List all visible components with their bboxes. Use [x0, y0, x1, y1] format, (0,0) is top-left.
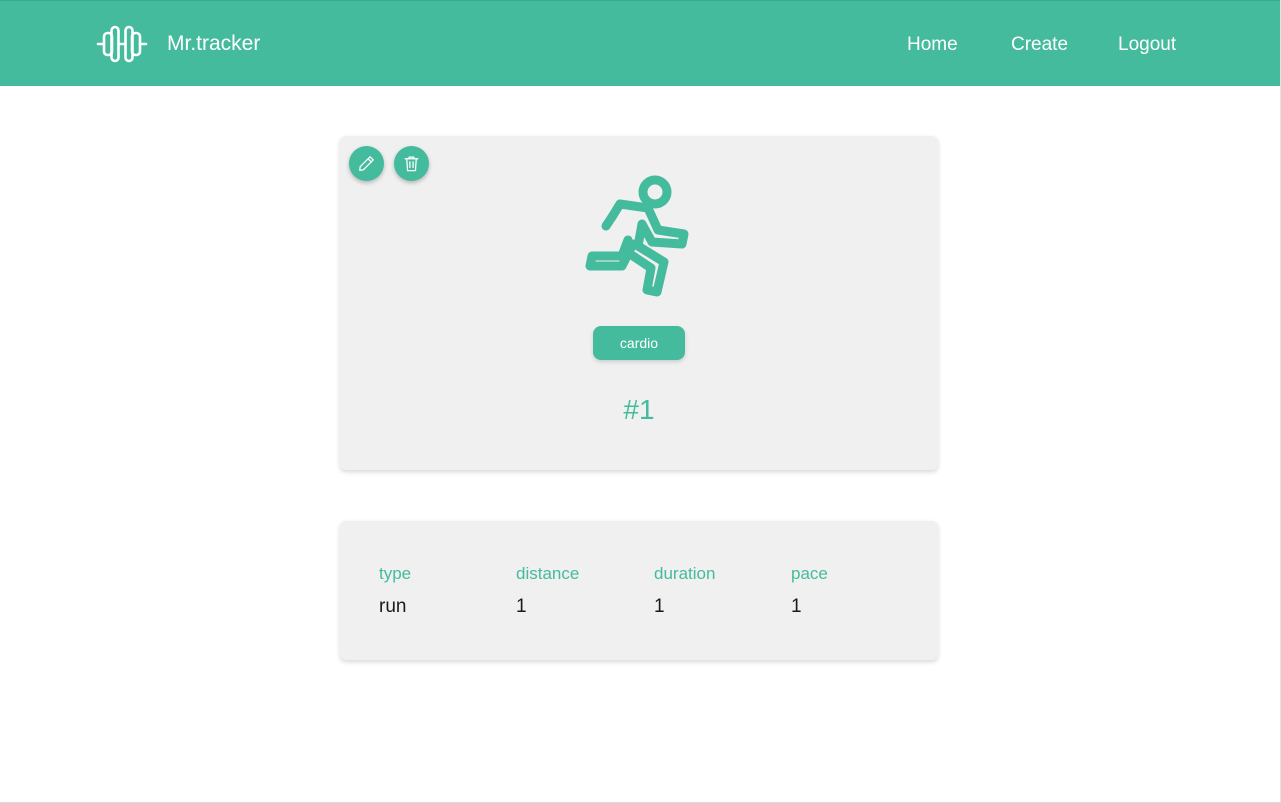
- workout-card: cardio #1: [340, 136, 938, 470]
- edit-button[interactable]: [349, 146, 384, 181]
- detail-value: run: [379, 596, 407, 617]
- detail-value: 1: [791, 596, 802, 617]
- brand-name: Mr.tracker: [167, 32, 261, 55]
- detail-label: pace: [791, 564, 828, 583]
- detail-distance: distance 1: [516, 564, 579, 618]
- trash-icon: [402, 154, 421, 173]
- detail-label: duration: [654, 564, 716, 583]
- detail-label: type: [379, 564, 412, 583]
- nav-home-link[interactable]: Home: [907, 34, 958, 56]
- category-badge: cardio: [593, 326, 685, 360]
- brand-link[interactable]: Mr.tracker: [96, 23, 260, 65]
- detail-pace: pace 1: [791, 564, 828, 618]
- detail-type: type run: [379, 564, 411, 618]
- navbar: Mr.tracker Home Create Logout: [0, 0, 1280, 86]
- detail-duration: duration 1: [654, 564, 715, 618]
- workout-number: #1: [623, 394, 655, 425]
- page: Mr.tracker Home Create Logout cardio #1 …: [0, 0, 1281, 803]
- delete-button[interactable]: [394, 146, 429, 181]
- nav-logout-link[interactable]: Logout: [1118, 34, 1176, 56]
- detail-label: distance: [516, 564, 580, 583]
- detail-value: 1: [654, 596, 665, 617]
- running-person-icon: [584, 174, 698, 299]
- nav-create-link[interactable]: Create: [1011, 34, 1068, 56]
- workout-details-card: type run distance 1 duration 1 pace 1: [340, 521, 938, 660]
- dumbbell-icon: [96, 23, 148, 65]
- pencil-icon: [357, 154, 376, 173]
- detail-value: 1: [516, 596, 527, 617]
